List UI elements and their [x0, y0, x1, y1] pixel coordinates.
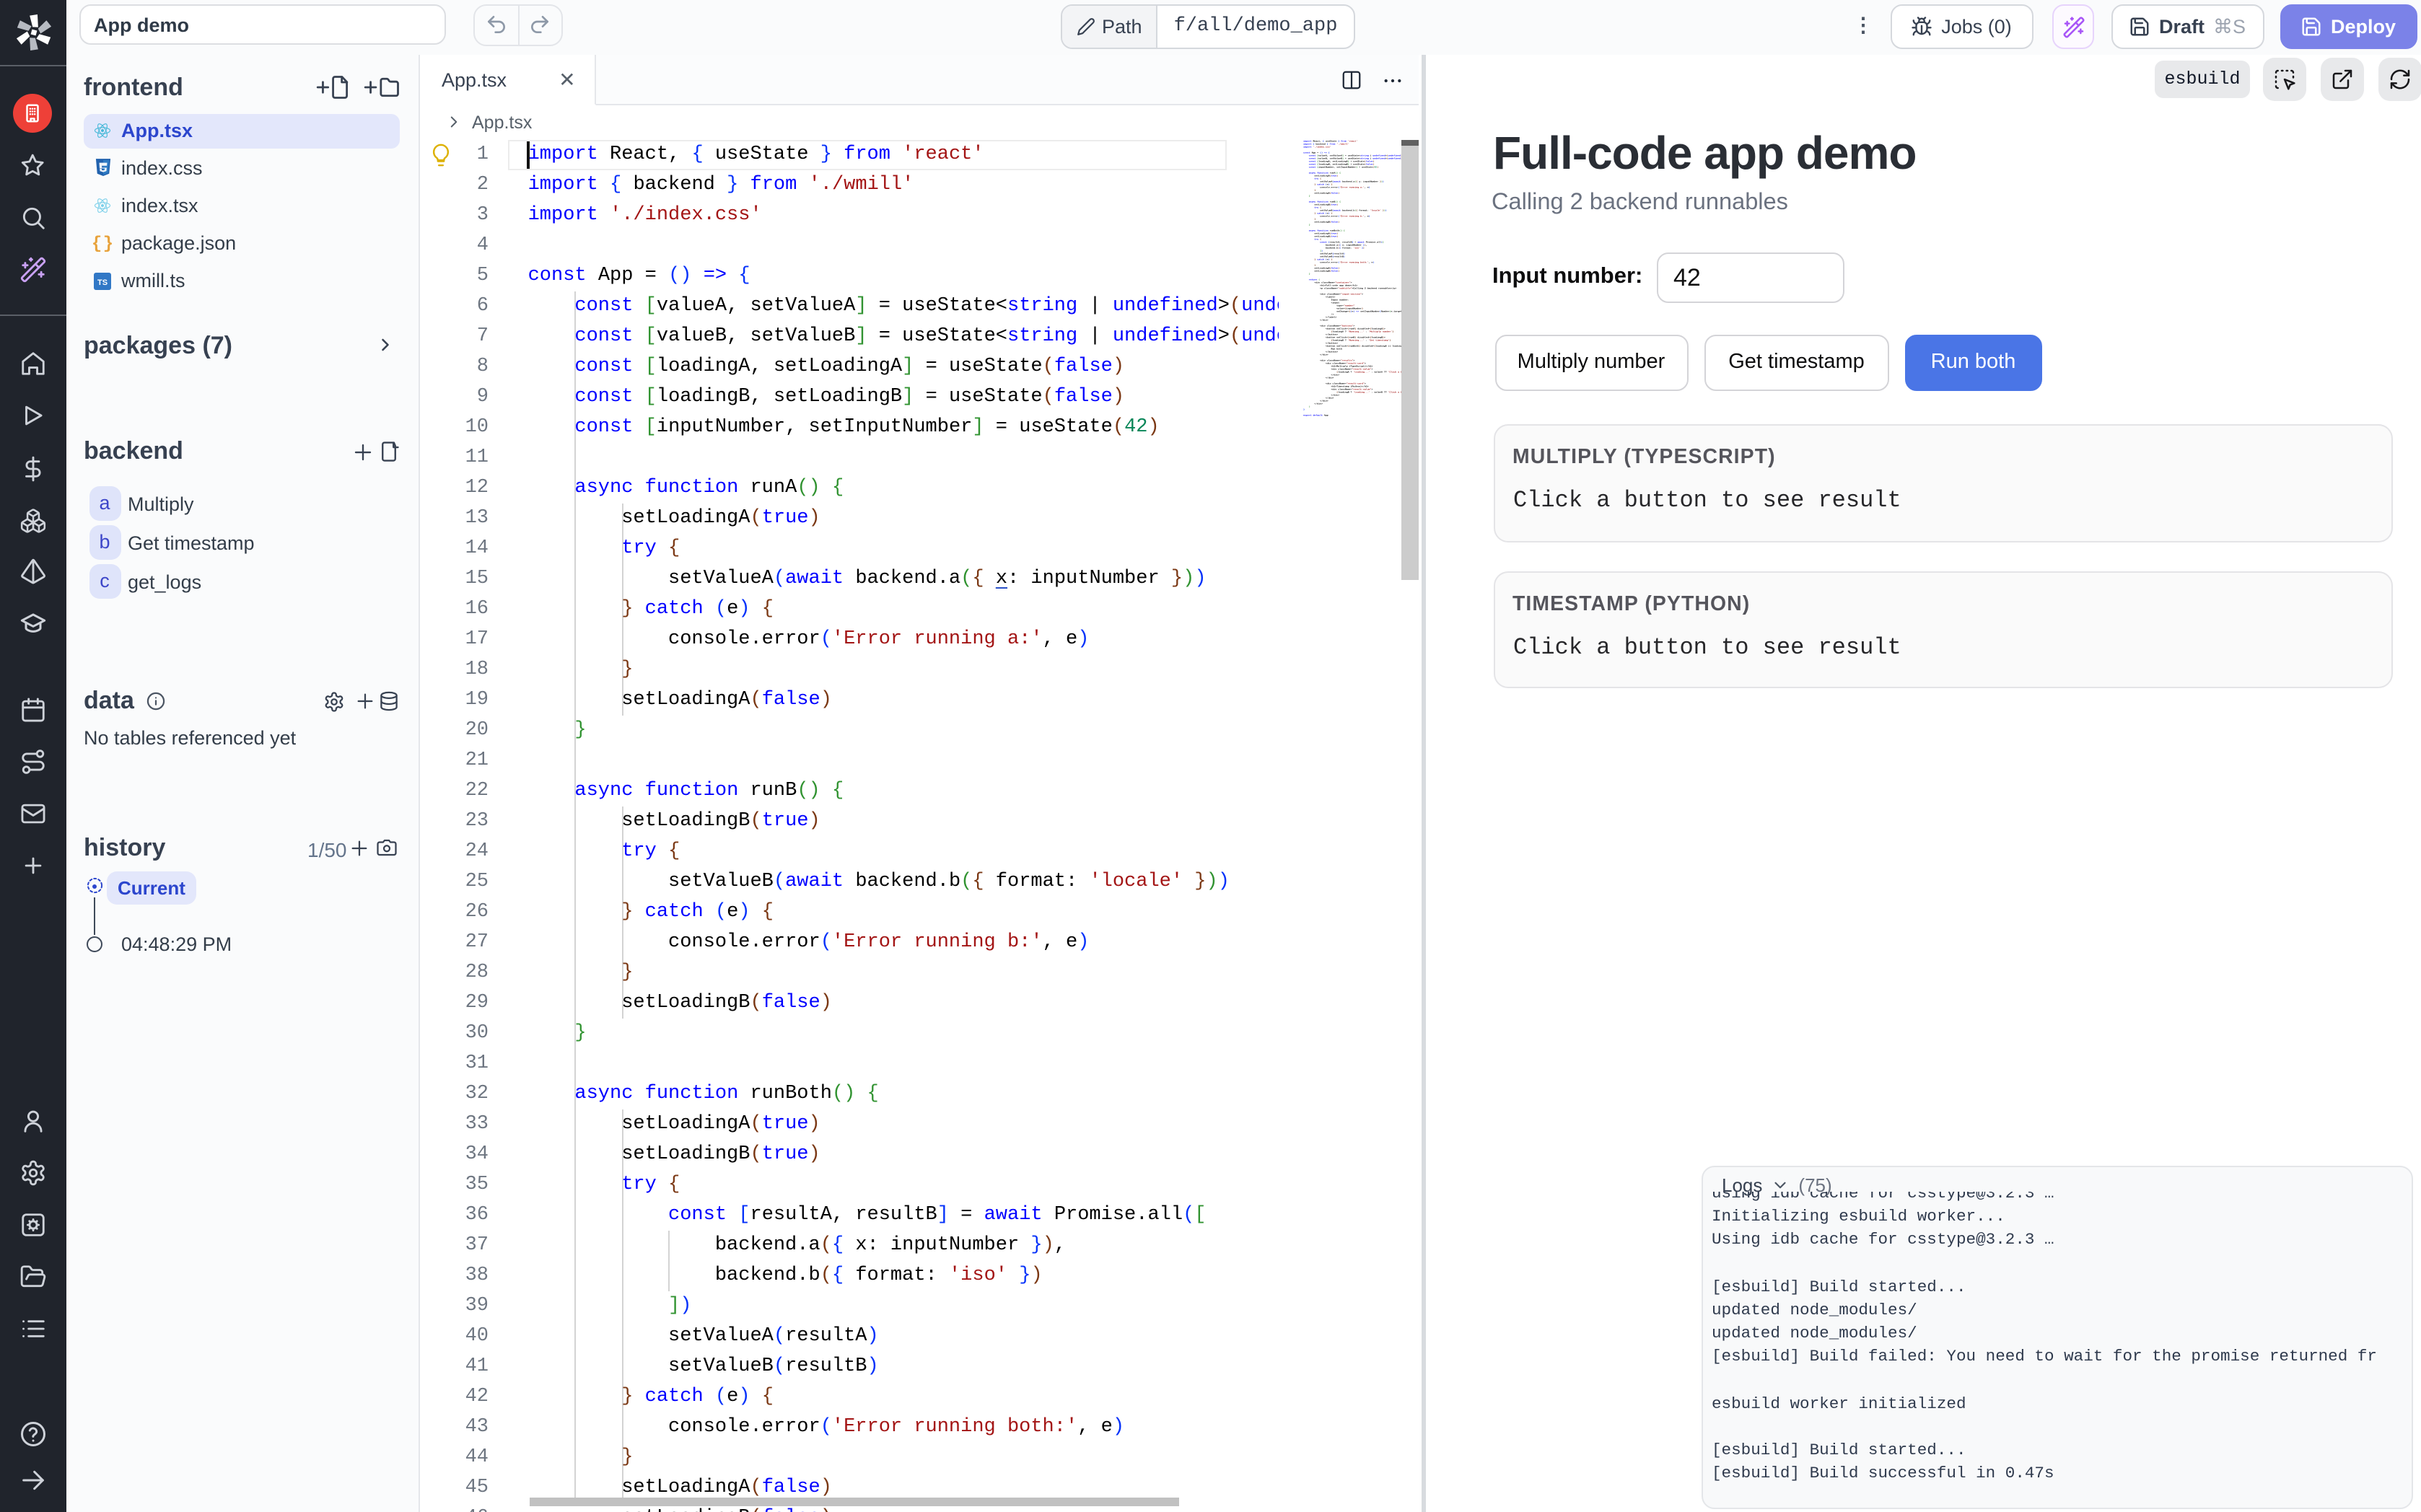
svg-text:TS: TS [97, 278, 108, 287]
